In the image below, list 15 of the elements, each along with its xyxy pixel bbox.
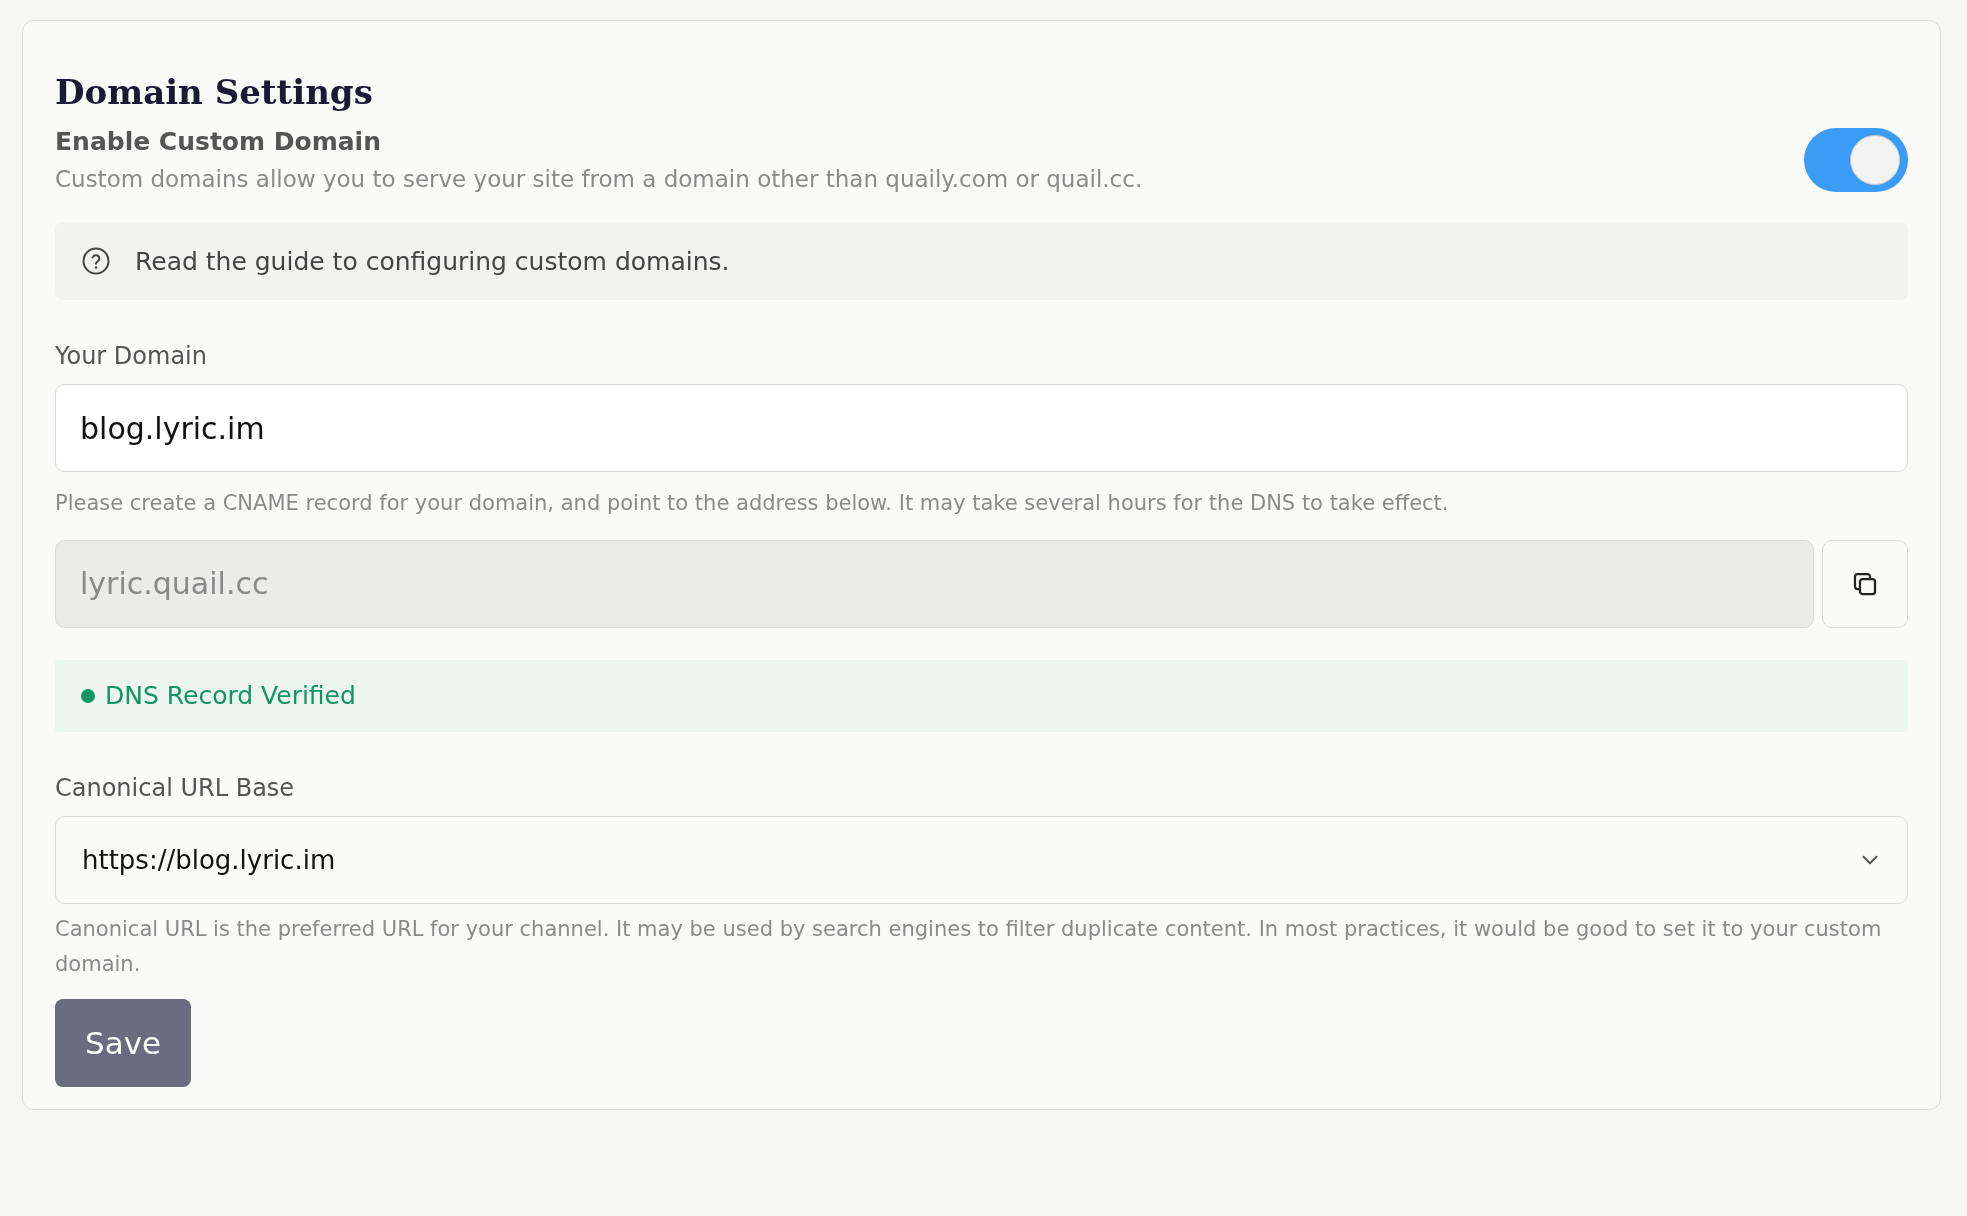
domain-input[interactable]: blog.lyric.im xyxy=(55,384,1908,472)
setting-description: Custom domains allow you to serve your site from a domain other than quaily.com or quail.cc. xyxy=(55,166,1143,192)
guide-link[interactable]: Read the guide to configuring custom domains. xyxy=(135,246,730,276)
help-icon xyxy=(81,246,111,276)
field-label: Your Domain xyxy=(55,342,207,370)
setting-label: Enable Custom Domain xyxy=(55,127,382,156)
copy-button[interactable] xyxy=(1822,539,1908,628)
canonical-url-select[interactable]: https://blog.lyric.im xyxy=(55,815,1908,904)
field-label: Canonical URL Base xyxy=(55,773,295,802)
status-text: DNS Record Verified xyxy=(105,681,356,711)
save-button[interactable]: Save xyxy=(55,999,191,1088)
status-dot xyxy=(81,688,95,703)
help-text: Please create a CNAME record for your domain, and point to the address below. It may take several hours for the DNS to take effect. xyxy=(55,490,1450,517)
section-title: Domain Settings xyxy=(55,75,373,109)
help-text: Canonical URL is the preferred URL for your channel. It may be used by search engines to filter duplicate content. In most practices, it would be good to set it to your custom domain. xyxy=(55,915,1883,979)
